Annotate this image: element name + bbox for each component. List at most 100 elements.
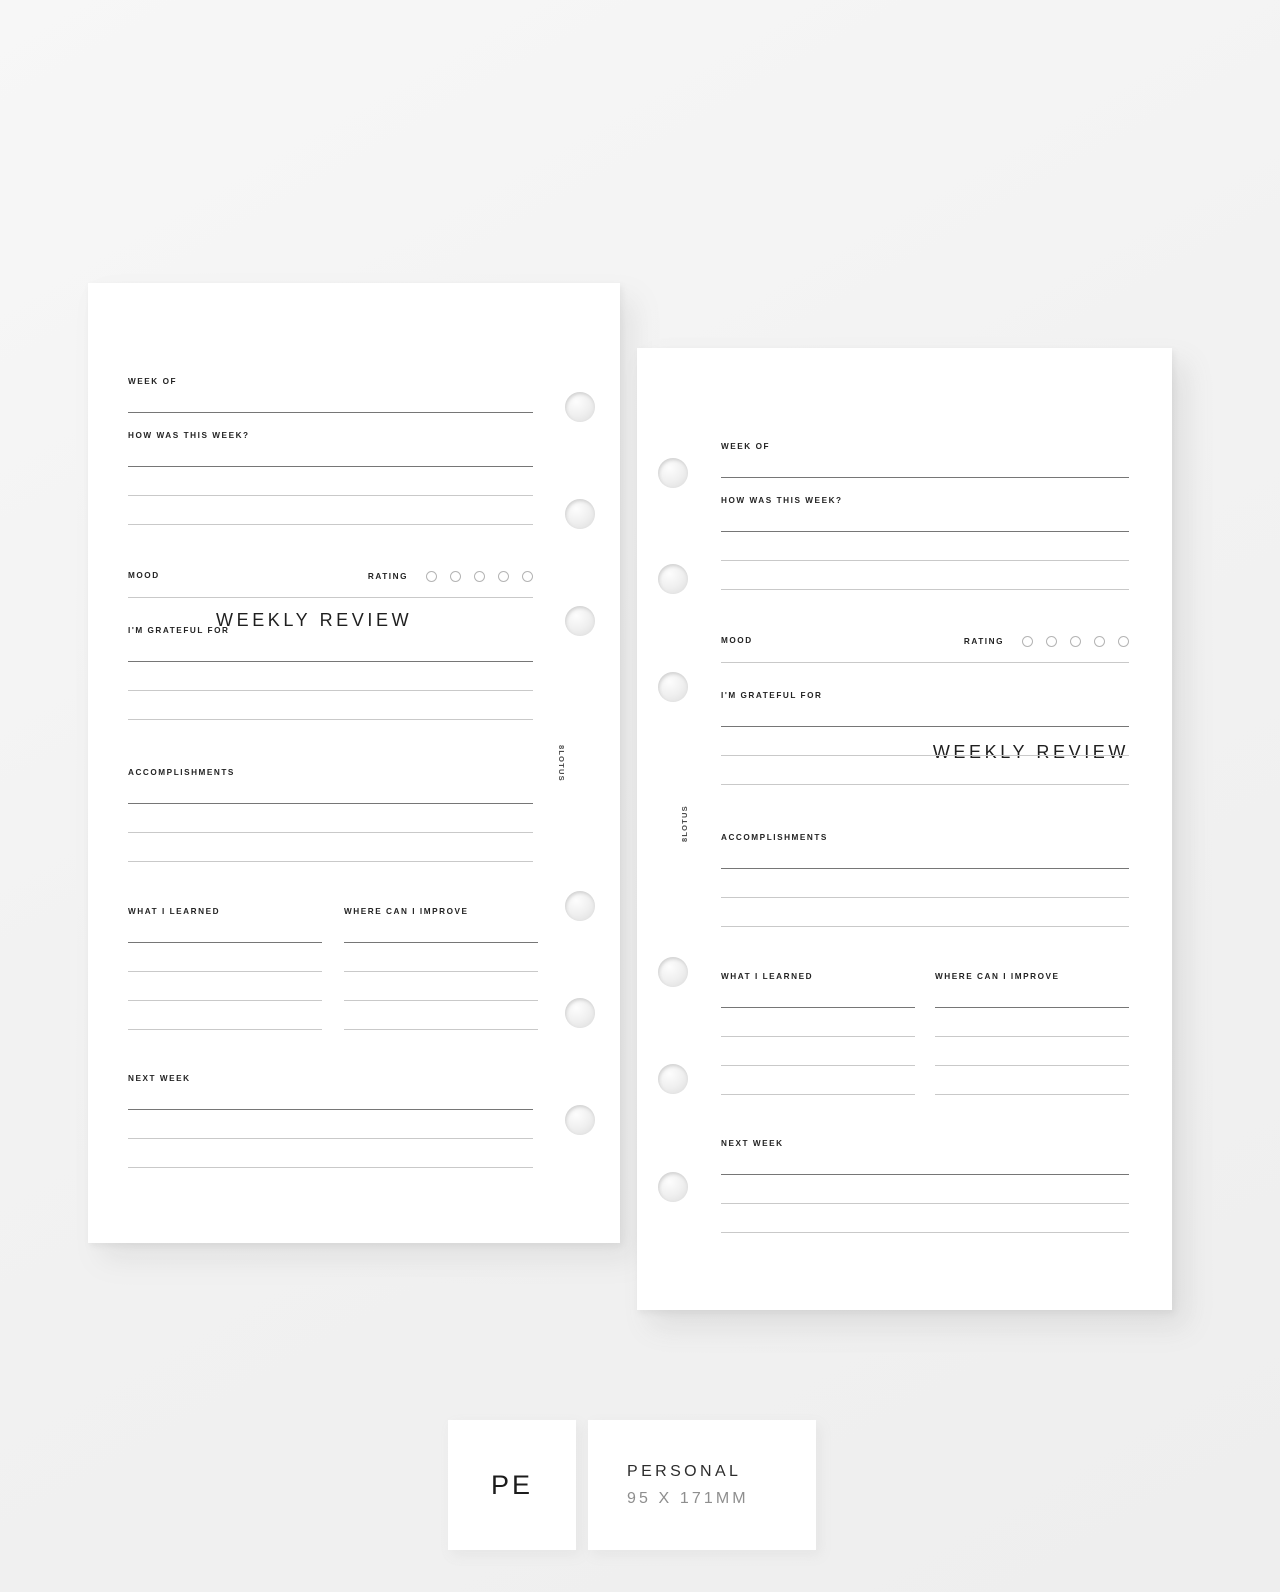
write-lines-what-i-learned[interactable] (721, 981, 915, 1096)
size-code-label: PE (490, 1469, 534, 1500)
rule (721, 589, 1129, 591)
section-learn-improve-left: WHAT I LEARNED WHERE CAN I IMPROVE (128, 907, 538, 1031)
column-what-i-learned: WHAT I LEARNED (721, 972, 915, 1096)
section-grateful-for-right: I'M GRATEFUL FOR (721, 691, 1129, 786)
rule (128, 690, 533, 692)
punch-hole-right-6 (658, 1172, 688, 1202)
rule (935, 1007, 1129, 1009)
punch-hole-left-4 (565, 891, 595, 921)
section-grateful-for-left: I'M GRATEFUL FOR (128, 626, 533, 721)
rule (128, 495, 533, 497)
write-lines-where-can-i-improve[interactable] (935, 981, 1129, 1096)
rule (721, 531, 1129, 533)
rule (721, 1203, 1129, 1205)
punch-hole-left-2 (565, 499, 595, 529)
field-label-grateful-for: I'M GRATEFUL FOR (721, 691, 823, 700)
write-lines-mood[interactable] (128, 571, 533, 598)
rule (128, 861, 533, 863)
rule (935, 1094, 1129, 1096)
rule (344, 942, 538, 944)
rule (344, 1000, 538, 1002)
write-lines-next-week[interactable] (721, 1148, 1129, 1234)
write-lines-what-i-learned[interactable] (128, 916, 322, 1031)
field-label-accomplishments: ACCOMPLISHMENTS (128, 768, 235, 777)
brand-mark-left: 8LOTUS (557, 745, 566, 782)
rule (721, 726, 1129, 728)
write-lines-accomplishments[interactable] (721, 842, 1129, 928)
punch-hole-right-2 (658, 564, 688, 594)
section-next-week-right: NEXT WEEK (721, 1139, 1129, 1234)
field-label-week-of: WEEK OF (721, 442, 771, 451)
rule (128, 803, 533, 805)
rule (721, 1036, 915, 1038)
rule (721, 755, 1129, 757)
rule (128, 597, 533, 598)
rule (721, 662, 1129, 663)
write-lines-how-was-this-week[interactable] (721, 505, 1129, 591)
rule (128, 1029, 322, 1031)
section-week-of-right: WEEK OF (721, 442, 1129, 479)
rule (721, 1232, 1129, 1234)
write-lines-mood[interactable] (721, 636, 1129, 663)
write-lines-grateful-for[interactable] (721, 700, 1129, 786)
rule (128, 412, 533, 414)
column-what-i-learned: WHAT I LEARNED (128, 907, 322, 1031)
write-lines-next-week[interactable] (128, 1083, 533, 1169)
field-label-next-week: NEXT WEEK (721, 1139, 784, 1148)
rule (128, 832, 533, 834)
write-lines-how-was-this-week[interactable] (128, 440, 533, 526)
brand-mark-right: 8LOTUS (680, 805, 689, 842)
planner-page-right[interactable]: WEEKLY REVIEW WEEK OF HOW WAS THIS WEEK?… (637, 348, 1172, 1310)
size-name-label: PERSONAL (627, 1462, 742, 1480)
field-label-next-week: NEXT WEEK (128, 1074, 191, 1083)
rule (721, 1065, 915, 1067)
field-label-where-can-i-improve: WHERE CAN I IMPROVE (935, 972, 1060, 981)
field-label-grateful-for: I'M GRATEFUL FOR (128, 626, 230, 635)
section-how-was-this-week-right: HOW WAS THIS WEEK? (721, 496, 1129, 591)
field-label-what-i-learned: WHAT I LEARNED (128, 907, 221, 916)
rule (128, 942, 322, 944)
rule (344, 1029, 538, 1031)
rule (721, 897, 1129, 899)
punch-hole-left-5 (565, 998, 595, 1028)
screenshot-canvas: WEEKLY REVIEW WEEK OF HOW WAS THIS WEEK?… (0, 0, 1280, 1592)
punch-hole-left-6 (565, 1105, 595, 1135)
rule (128, 661, 533, 663)
field-label-accomplishments: ACCOMPLISHMENTS (721, 833, 828, 842)
rule (721, 560, 1129, 562)
rule (128, 719, 533, 721)
rule (128, 1167, 533, 1169)
rule (721, 784, 1129, 786)
section-mood-right: MOOD RATING (721, 636, 1129, 663)
rule (344, 971, 538, 973)
write-lines-week-of[interactable] (721, 451, 1129, 479)
write-lines-where-can-i-improve[interactable] (344, 916, 538, 1031)
section-next-week-left: NEXT WEEK (128, 1074, 533, 1169)
write-lines-accomplishments[interactable] (128, 777, 533, 863)
field-label-how-was-this-week: HOW WAS THIS WEEK? (128, 431, 250, 440)
punch-hole-left-1 (565, 392, 595, 422)
rule (128, 466, 533, 468)
column-where-can-i-improve: WHERE CAN I IMPROVE (344, 907, 538, 1031)
size-dimensions-label: 95 X 171MM (627, 1489, 749, 1507)
rule (721, 926, 1129, 928)
punch-hole-left-3 (565, 606, 595, 636)
rule (721, 1007, 915, 1009)
punch-hole-right-5 (658, 1064, 688, 1094)
planner-page-left[interactable]: WEEKLY REVIEW WEEK OF HOW WAS THIS WEEK?… (88, 283, 620, 1243)
write-lines-grateful-for[interactable] (128, 635, 533, 721)
field-label-week-of: WEEK OF (128, 377, 178, 386)
column-where-can-i-improve: WHERE CAN I IMPROVE (935, 972, 1129, 1096)
rule (721, 1174, 1129, 1176)
rule (721, 477, 1129, 479)
field-label-how-was-this-week: HOW WAS THIS WEEK? (721, 496, 843, 505)
field-label-what-i-learned: WHAT I LEARNED (721, 972, 814, 981)
rule (721, 1094, 915, 1096)
write-lines-week-of[interactable] (128, 386, 533, 414)
rule (128, 1138, 533, 1140)
rule (935, 1036, 1129, 1038)
punch-hole-right-3 (658, 672, 688, 702)
rule (128, 971, 322, 973)
rule (721, 868, 1129, 870)
section-week-of-left: WEEK OF (128, 377, 533, 414)
